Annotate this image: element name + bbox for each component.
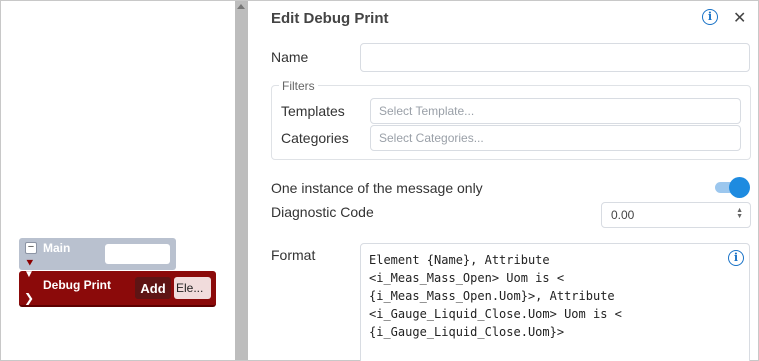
edit-panel: Edit Debug Print i ✕ Name Filters Templa… — [256, 1, 758, 361]
info-icon[interactable]: i — [702, 9, 718, 25]
format-textarea[interactable]: Element {Name}, Attribute <i_Meas_Mass_O… — [360, 243, 750, 361]
main-block-field[interactable] — [105, 244, 170, 264]
add-button[interactable]: Add — [135, 277, 171, 299]
panel-title: Edit Debug Print — [271, 10, 389, 27]
spinner-icon[interactable]: ▲ ▼ — [736, 207, 743, 220]
one-instance-toggle[interactable] — [715, 177, 751, 199]
filters-legend: Filters — [279, 79, 318, 93]
main-block[interactable]: − Main ⯆ — [19, 238, 176, 270]
close-icon[interactable]: ✕ — [733, 8, 746, 28]
element-field[interactable]: Ele... — [174, 277, 211, 299]
debug-print-block-label: Debug Print — [43, 278, 111, 292]
connector-notch-icon: ⯆ — [25, 256, 35, 270]
scroll-up-icon[interactable] — [237, 4, 245, 9]
canvas-scrollbar[interactable] — [235, 1, 248, 360]
format-label: Format — [271, 247, 316, 263]
name-input[interactable] — [360, 43, 750, 72]
templates-label: Templates — [281, 103, 345, 119]
categories-select[interactable]: Select Categories... — [370, 125, 741, 151]
categories-label: Categories — [281, 130, 349, 146]
collapse-icon[interactable]: − — [25, 242, 37, 254]
debug-print-block[interactable]: ▼ Debug Print Add Ele... ❯ — [19, 269, 216, 307]
format-info-icon[interactable]: i — [728, 250, 744, 266]
templates-select[interactable]: Select Template... — [370, 98, 741, 124]
block-canvas[interactable]: − Main ⯆ ▼ Debug Print Add Ele... ❯ — [1, 1, 235, 360]
one-instance-label: One instance of the message only — [271, 180, 483, 196]
connector-top-icon: ▼ — [24, 269, 34, 280]
name-label: Name — [271, 49, 309, 65]
toggle-knob — [729, 177, 750, 198]
connector-bottom-icon: ❯ — [24, 291, 35, 305]
diagnostic-code-label: Diagnostic Code — [271, 204, 374, 220]
diagnostic-code-input[interactable]: 0.00 ▲ ▼ — [601, 202, 751, 228]
main-block-label: Main — [43, 241, 71, 255]
diagnostic-code-value: 0.00 — [611, 208, 635, 222]
